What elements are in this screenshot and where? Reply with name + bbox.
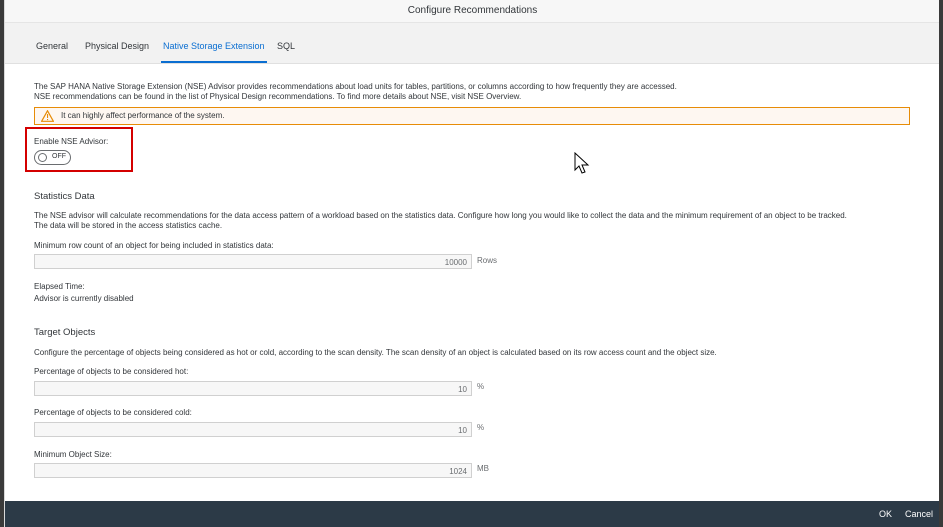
size-unit: MB (477, 464, 489, 473)
intro-line-2: NSE recommendations can be found in the … (34, 92, 522, 101)
size-label: Minimum Object Size: (34, 450, 112, 459)
target-desc: Configure the percentage of objects bein… (34, 348, 717, 357)
hot-unit: % (477, 382, 485, 391)
cold-percent-input[interactable]: 10 (34, 422, 472, 437)
min-row-label: Minimum row count of an object for being… (34, 241, 274, 250)
min-row-unit: Rows (477, 256, 498, 265)
min-size-input[interactable]: 1024 (34, 463, 472, 478)
warning-message: It can highly affect performance of the … (61, 111, 225, 120)
elapsed-value: Advisor is currently disabled (34, 294, 134, 303)
tab-sql[interactable]: SQL (277, 23, 295, 63)
mouse-pointer-icon (574, 152, 590, 174)
ok-button[interactable]: OK (879, 509, 892, 519)
elapsed-label: Elapsed Time: (34, 282, 85, 291)
tab-physical-design[interactable]: Physical Design (85, 23, 149, 63)
min-row-input[interactable]: 10000 (34, 254, 472, 269)
warning-strip: It can highly affect performance of the … (34, 107, 910, 125)
window-edge (939, 0, 943, 527)
nse-advisor-switch[interactable]: OFF (34, 150, 71, 165)
switch-knob (38, 153, 47, 162)
dialog-footer: OK Cancel (5, 501, 940, 527)
nse-toggle-label: Enable NSE Advisor: (34, 137, 109, 146)
dialog-title: Configure Recommendations (5, 0, 940, 23)
target-heading: Target Objects (34, 327, 96, 338)
switch-state: OFF (52, 153, 66, 160)
tab-bar: General Physical Design Native Storage E… (5, 23, 940, 64)
warning-icon (41, 110, 54, 122)
intro-line-1: The SAP HANA Native Storage Extension (N… (34, 82, 677, 91)
tab-native-storage-extension[interactable]: Native Storage Extension (161, 23, 267, 63)
cold-unit: % (477, 423, 485, 432)
cold-label: Percentage of objects to be considered c… (34, 408, 192, 417)
configure-recommendations-dialog: Configure Recommendations General Physic… (4, 0, 941, 527)
hot-percent-input[interactable]: 10 (34, 381, 472, 396)
tab-general[interactable]: General (36, 23, 68, 63)
statistics-desc-2: The data will be stored in the access st… (34, 221, 223, 230)
cancel-button[interactable]: Cancel (905, 509, 933, 519)
statistics-heading: Statistics Data (34, 191, 95, 202)
tab-content: The SAP HANA Native Storage Extension (N… (5, 64, 940, 501)
statistics-desc-1: The NSE advisor will calculate recommend… (34, 211, 847, 220)
hot-label: Percentage of objects to be considered h… (34, 367, 189, 376)
